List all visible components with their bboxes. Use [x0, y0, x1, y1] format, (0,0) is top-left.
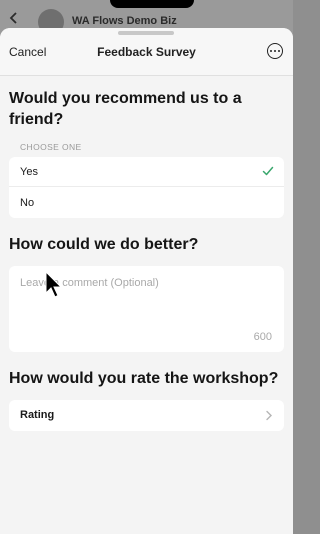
chat-title: WA Flows Demo Biz [72, 15, 177, 27]
sheet-title: Feedback Survey [97, 45, 196, 59]
mouse-pointer-icon [45, 271, 62, 298]
question-recommend-heading: Would you recommend us to a friend? [9, 90, 242, 128]
option-label: No [20, 197, 35, 209]
rating-label: Rating [20, 409, 55, 421]
question-improve-heading: How could we do better? [9, 236, 199, 253]
feedback-sheet: Cancel Feedback Survey Would you recomme… [0, 28, 293, 534]
option-label: Yes [20, 166, 38, 178]
drag-handle[interactable] [118, 31, 174, 35]
option-no[interactable]: No [9, 188, 284, 218]
sheet-header: Cancel Feedback Survey [0, 28, 293, 76]
chevron-right-icon [266, 410, 272, 421]
recommend-options: Yes No [9, 157, 284, 218]
comment-placeholder: Leave a comment (Optional) [20, 277, 159, 289]
character-limit: 600 [253, 331, 272, 343]
checkmark-icon [262, 166, 274, 176]
question-rating-heading: How would you rate the workshop? [9, 370, 279, 387]
choose-one-label: CHOOSE ONE [20, 142, 82, 152]
more-options-icon[interactable] [267, 43, 283, 59]
rating-select[interactable]: Rating [9, 400, 284, 431]
back-arrow-icon [9, 12, 17, 24]
camera-notch [110, 0, 194, 8]
option-yes[interactable]: Yes [9, 157, 284, 187]
